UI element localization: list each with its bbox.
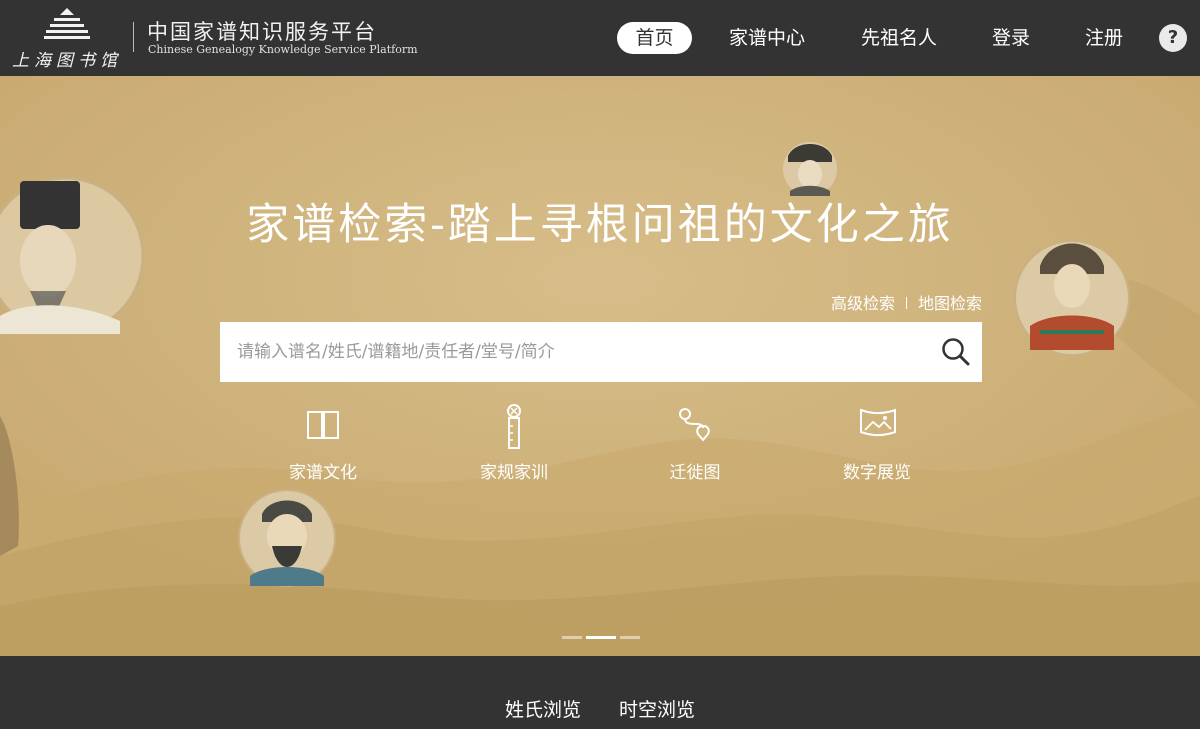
nav-home[interactable]: 首页 xyxy=(617,22,692,54)
book-icon xyxy=(307,411,339,439)
portrait-medallion-bottom xyxy=(238,489,336,587)
carousel-dot[interactable] xyxy=(620,636,640,639)
feature-genealogy-culture[interactable]: 家谱文化 xyxy=(268,406,378,486)
tab-spacetime-browse[interactable]: 时空浏览 xyxy=(619,695,695,722)
search-options: 高级检索 地图检索 xyxy=(831,290,982,314)
feature-label: 家谱文化 xyxy=(289,463,357,483)
route-icon xyxy=(679,408,710,442)
platform-name-en: Chinese Genealogy Knowledge Service Plat… xyxy=(148,43,418,56)
feature-migration-map[interactable]: 迁徙图 xyxy=(640,406,750,486)
platform-name-cn: 中国家谱知识服务平台 xyxy=(147,20,377,44)
scroll-icon xyxy=(507,404,521,449)
nav-ancestors[interactable]: 先祖名人 xyxy=(852,22,946,54)
map-search-link[interactable]: 地图检索 xyxy=(918,294,982,313)
library-logo-text: 上海图书馆 xyxy=(12,51,122,71)
top-header: 上海图书馆 中国家谱知识服务平台 Chinese Genealogy Knowl… xyxy=(0,0,1200,76)
exhibition-icon xyxy=(860,408,896,436)
portrait-medallion-top xyxy=(783,142,837,196)
search-input[interactable] xyxy=(220,322,920,382)
carousel-dot[interactable] xyxy=(562,636,582,639)
search-box xyxy=(220,322,982,382)
nav-genealogy-center[interactable]: 家谱中心 xyxy=(720,22,814,54)
carousel-dot-active[interactable] xyxy=(586,636,616,639)
nav-register[interactable]: 注册 xyxy=(1077,22,1131,54)
feature-label: 数字展览 xyxy=(843,463,911,483)
feature-label: 迁徙图 xyxy=(669,463,721,483)
feature-digital-exhibition[interactable]: 数字展览 xyxy=(822,406,932,486)
hero-banner: 家谱检索-踏上寻根问祖的文化之旅 高级检索 地图检索 家谱文化 家规家训 xyxy=(0,76,1200,656)
logo-divider xyxy=(133,22,134,52)
browse-tabs-bar: 姓氏浏览 时空浏览 xyxy=(0,656,1200,729)
help-icon[interactable]: ? xyxy=(1159,24,1187,52)
portrait-medallion-right xyxy=(1014,240,1130,356)
search-icon[interactable] xyxy=(940,336,972,368)
feature-label: 家规家训 xyxy=(480,463,548,483)
link-separator xyxy=(905,297,907,309)
tab-surname-browse[interactable]: 姓氏浏览 xyxy=(505,695,581,722)
library-logo-icon xyxy=(44,8,90,39)
feature-family-rules[interactable]: 家规家训 xyxy=(459,404,569,486)
hero-title: 家谱检索-踏上寻根问祖的文化之旅 xyxy=(246,200,954,250)
advanced-search-link[interactable]: 高级检索 xyxy=(831,294,895,313)
library-logo[interactable]: 上海图书馆 xyxy=(12,6,122,71)
nav-login[interactable]: 登录 xyxy=(984,22,1038,54)
